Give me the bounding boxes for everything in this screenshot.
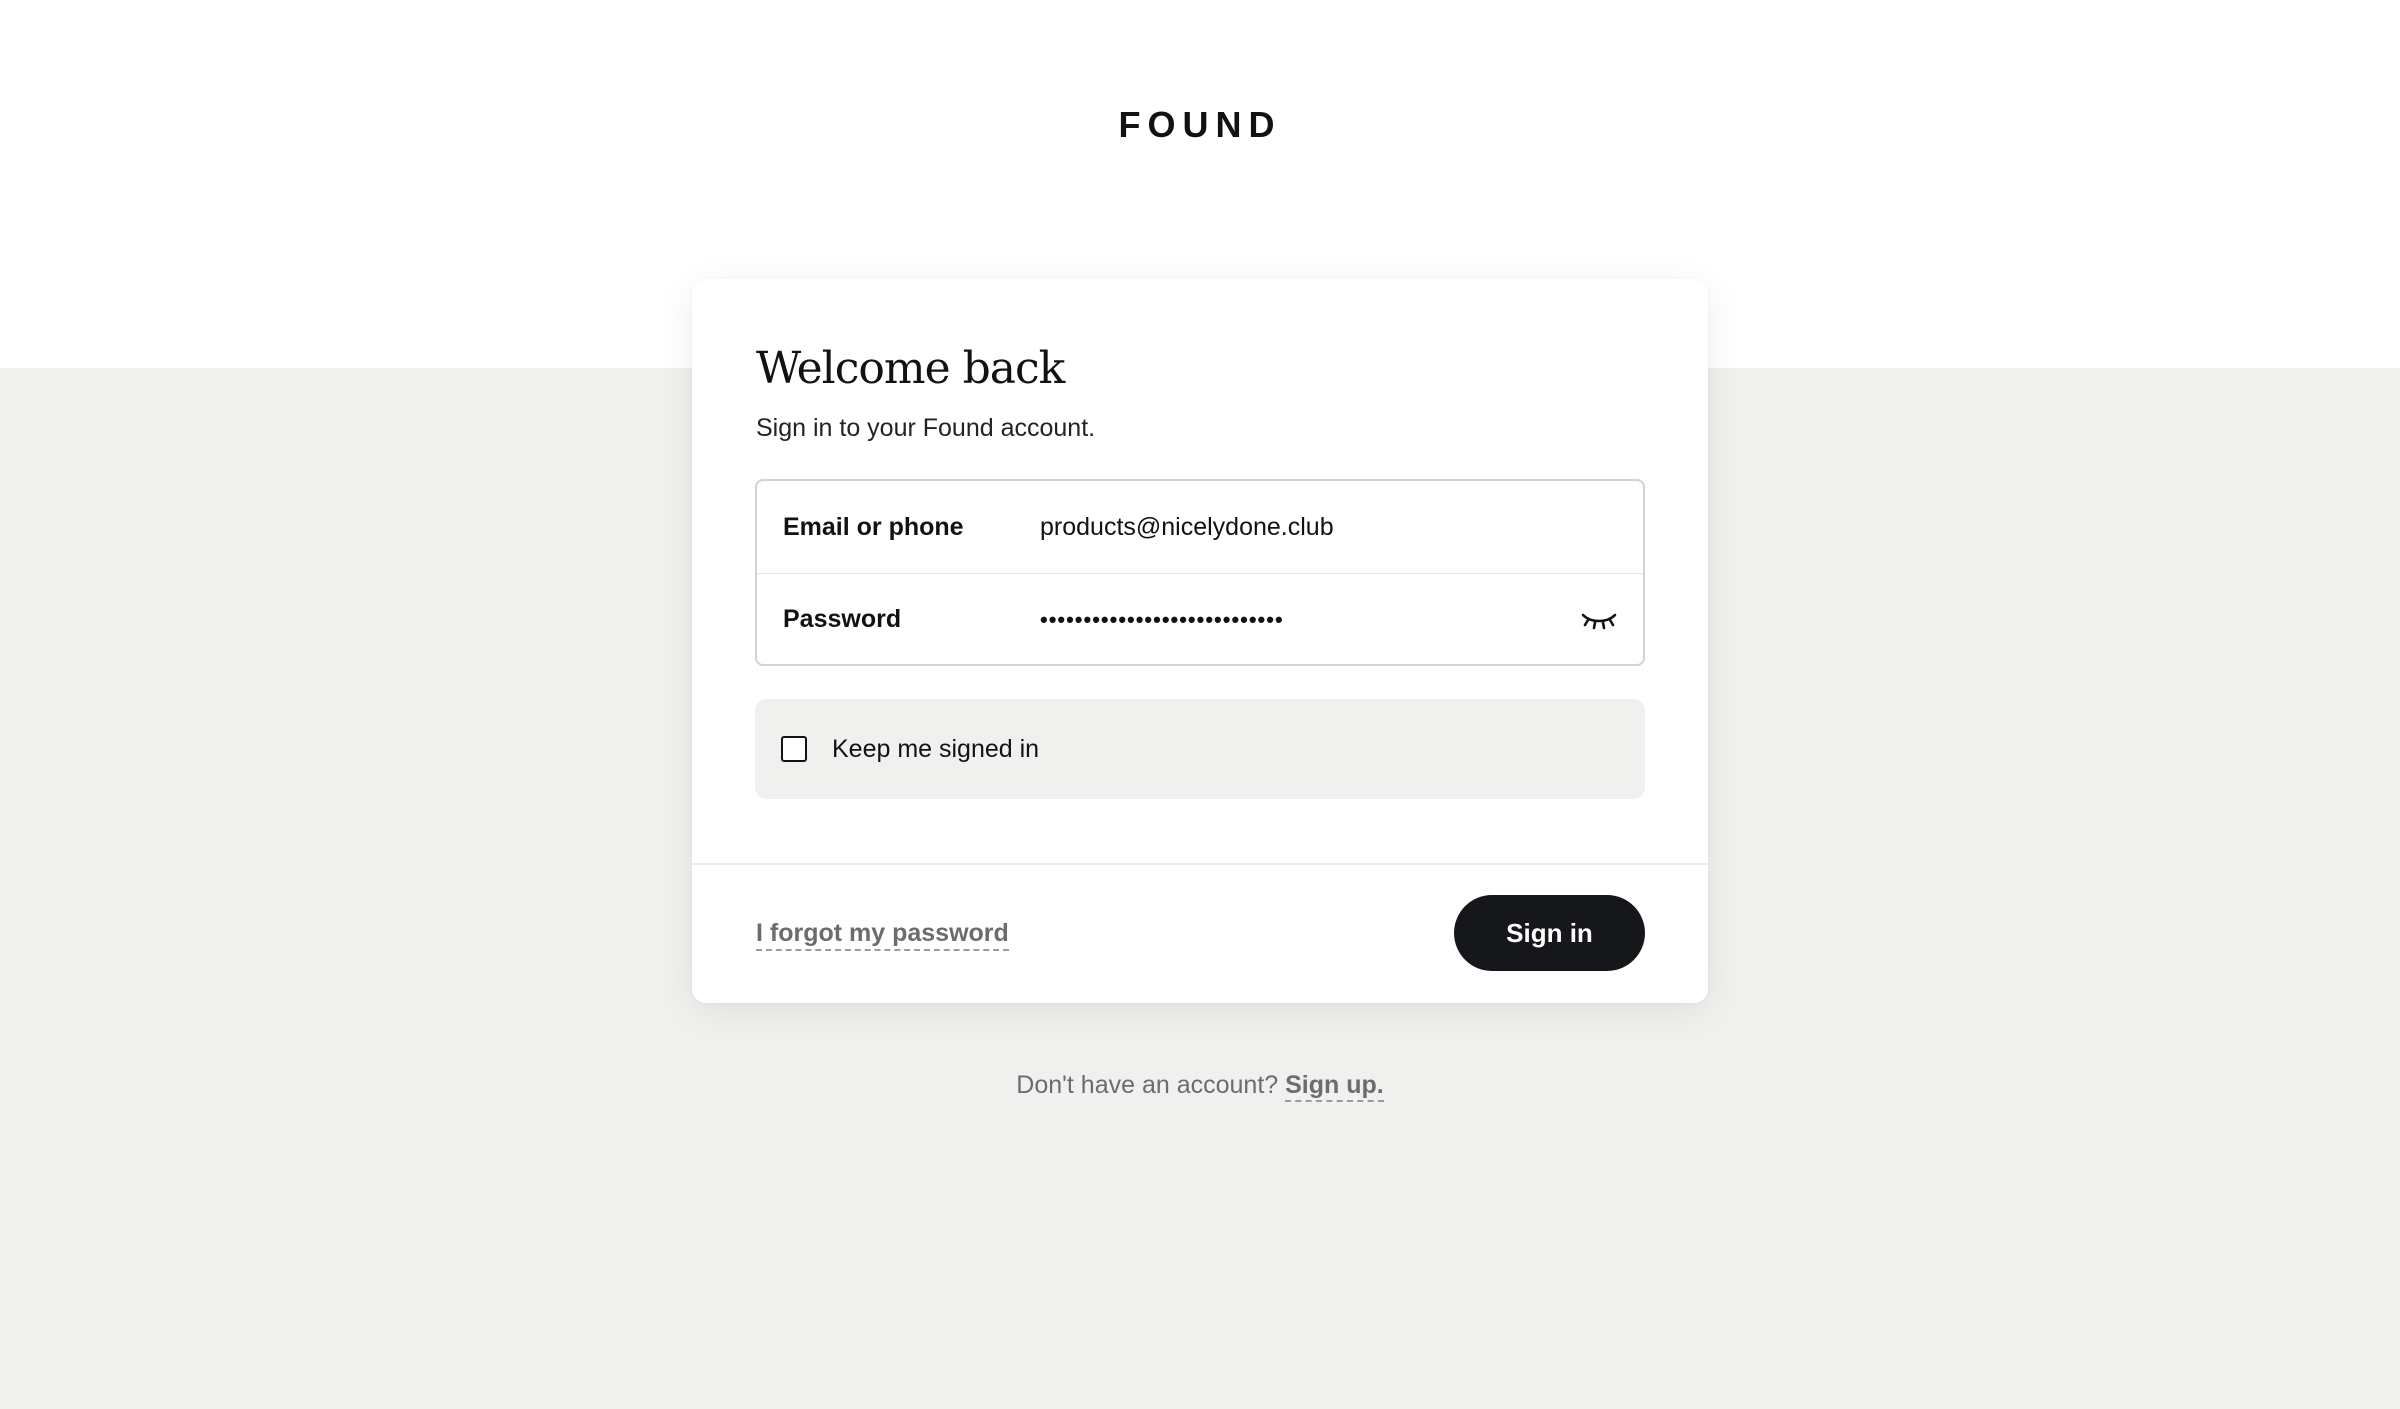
signin-button[interactable]: Sign in <box>1454 895 1645 971</box>
keep-signed-in-checkbox[interactable] <box>781 736 807 762</box>
page-subtitle: Sign in to your Found account. <box>756 414 1096 442</box>
password-row: Password •••••••••••••••••••••••••••• <box>757 573 1643 664</box>
signin-card: Welcome back Sign in to your Found accou… <box>692 279 1708 1003</box>
signup-prompt: Don't have an account? Sign up. <box>0 1071 2400 1102</box>
eye-closed-icon[interactable] <box>1579 606 1619 634</box>
password-field[interactable]: •••••••••••••••••••••••••••• <box>1040 607 1560 633</box>
card-divider <box>692 863 1708 865</box>
signup-prompt-text: Don't have an account? <box>1016 1071 1279 1099</box>
page-title: Welcome back <box>756 343 1065 394</box>
password-label: Password <box>783 605 902 633</box>
email-label: Email or phone <box>783 512 964 541</box>
credentials-fieldset: Email or phone products@nicelydone.club … <box>755 479 1645 666</box>
email-field[interactable]: products@nicelydone.club <box>1040 513 1560 542</box>
email-row: Email or phone products@nicelydone.club <box>757 481 1643 573</box>
keep-signed-in-option[interactable]: Keep me signed in <box>755 699 1645 799</box>
brand-logo: FOUND <box>1118 104 1282 145</box>
keep-signed-in-label: Keep me signed in <box>832 734 1040 763</box>
forgot-password-link[interactable]: I forgot my password <box>756 919 1009 951</box>
signup-link[interactable]: Sign up. <box>1285 1071 1384 1102</box>
